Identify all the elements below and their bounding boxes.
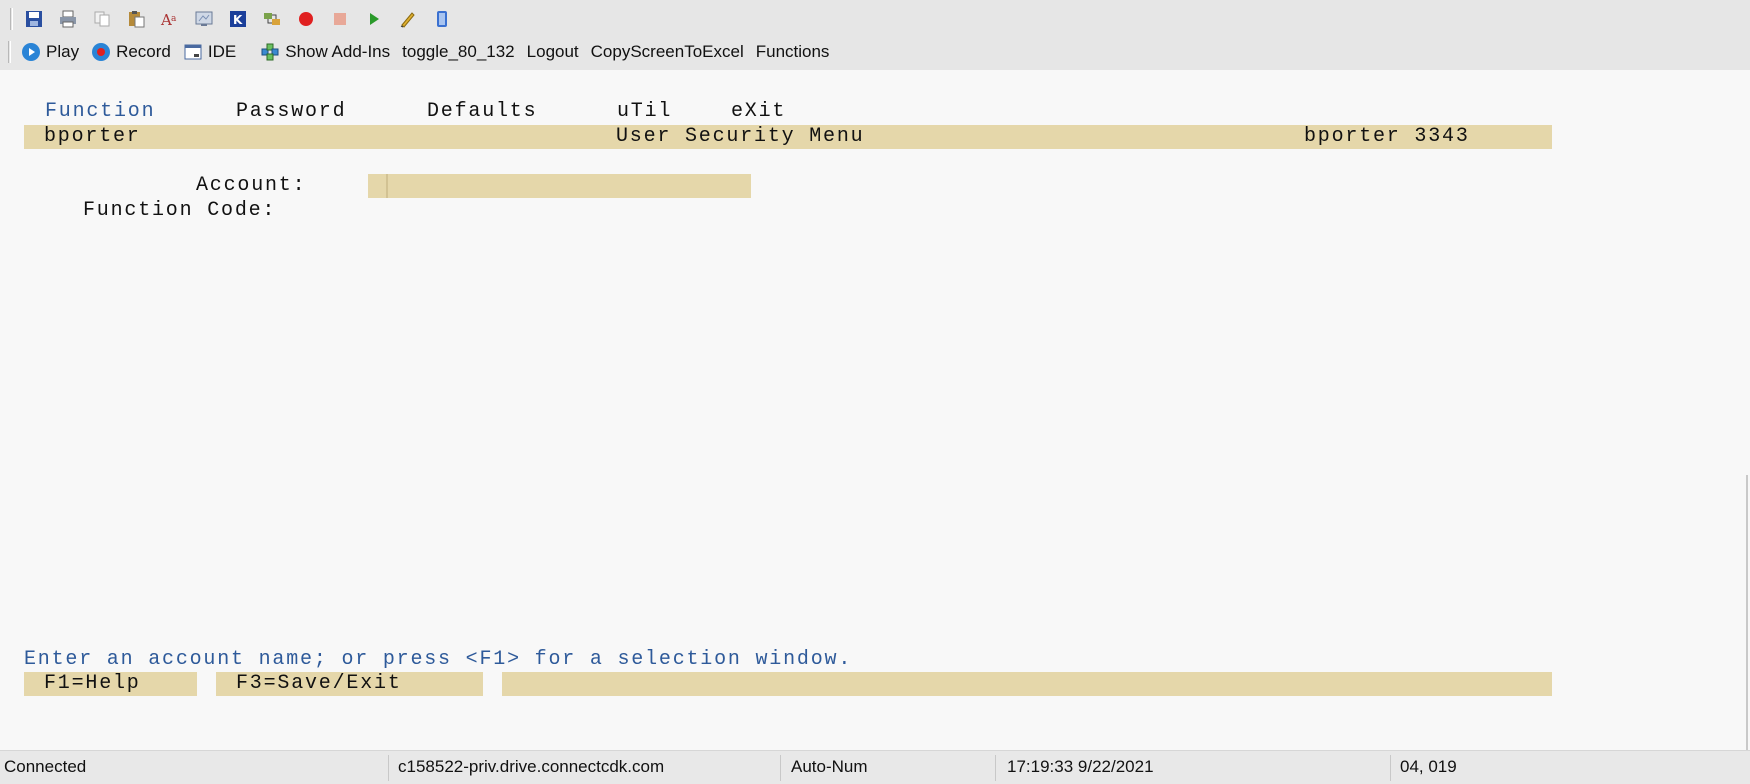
connection-status: Connected bbox=[4, 757, 87, 776]
paste-icon[interactable] bbox=[119, 6, 153, 32]
print-icon[interactable] bbox=[51, 6, 85, 32]
edit-icon[interactable] bbox=[391, 6, 425, 32]
clipboard-icon[interactable] bbox=[425, 6, 459, 32]
f3-save-exit-key[interactable]: F3=Save/Exit bbox=[216, 672, 483, 696]
map-icon[interactable]: K bbox=[221, 6, 255, 32]
toolbar-grip[interactable] bbox=[10, 8, 13, 30]
font-icon[interactable]: Aa bbox=[153, 6, 187, 32]
ide-label: IDE bbox=[207, 42, 237, 61]
functions-button[interactable]: Functions bbox=[750, 39, 836, 65]
function-code-label: Function Code: bbox=[83, 199, 277, 222]
function-key-bar bbox=[502, 672, 1552, 696]
stop-icon[interactable] bbox=[323, 6, 357, 32]
addins-icon bbox=[260, 42, 280, 62]
menu-exit[interactable]: eXit bbox=[731, 100, 786, 123]
status-divider bbox=[780, 755, 781, 781]
show-addins-button[interactable]: Show Add-Ins bbox=[254, 39, 396, 65]
record-dot-icon[interactable] bbox=[289, 6, 323, 32]
account-label: Account: bbox=[196, 174, 307, 197]
menu-function[interactable]: Function bbox=[45, 100, 155, 123]
ide-button[interactable]: IDE bbox=[177, 39, 242, 65]
copy-icon[interactable] bbox=[85, 6, 119, 32]
f1-help-key[interactable]: F1=Help bbox=[24, 672, 197, 696]
play-label: Play bbox=[46, 42, 80, 61]
svg-text:K: K bbox=[233, 13, 243, 27]
account-field[interactable] bbox=[368, 174, 751, 198]
screen-icon[interactable] bbox=[187, 6, 221, 32]
status-divider bbox=[995, 755, 996, 781]
toolbar-grip[interactable] bbox=[8, 41, 11, 63]
title-bar: bporter User Security Menu bporter 3343 bbox=[24, 125, 1552, 149]
toolbar-row-macros: Play Record IDE Show Add-Ins toggle_80_1… bbox=[8, 38, 835, 66]
status-bar: Connected c158522-priv.drive.connectcdk.… bbox=[0, 750, 1750, 784]
f1-label: F1=Help bbox=[44, 672, 141, 695]
cursor-position: 04, 019 bbox=[1400, 757, 1457, 776]
copy-screen-to-excel-button[interactable]: CopyScreenToExcel bbox=[585, 39, 750, 65]
play-circle-icon bbox=[21, 42, 41, 62]
help-prompt: Enter an account name; or press <F1> for… bbox=[24, 648, 853, 671]
record-icon bbox=[91, 42, 111, 62]
title-user: bporter bbox=[44, 125, 141, 148]
title-user-id: bporter 3343 bbox=[1304, 125, 1470, 148]
toggle-80-132-button[interactable]: toggle_80_132 bbox=[396, 39, 521, 65]
menu-password[interactable]: Password bbox=[236, 100, 346, 123]
host-name: c158522-priv.drive.connectcdk.com bbox=[398, 757, 665, 776]
f3-label: F3=Save/Exit bbox=[236, 672, 402, 695]
scrollbar-edge[interactable] bbox=[1746, 475, 1748, 755]
logout-button[interactable]: Logout bbox=[521, 39, 585, 65]
save-icon[interactable] bbox=[17, 6, 51, 32]
menu-util[interactable]: uTil bbox=[617, 100, 672, 123]
record-label: Record bbox=[116, 42, 171, 61]
record-button[interactable]: Record bbox=[85, 39, 177, 65]
text-cursor bbox=[386, 174, 388, 198]
screen-title: User Security Menu bbox=[616, 125, 865, 148]
date-time: 17:19:33 9/22/2021 bbox=[1007, 757, 1154, 776]
terminal-screen[interactable]: Function Password Defaults uTil eXit bpo… bbox=[0, 70, 1750, 755]
play-icon[interactable] bbox=[357, 6, 391, 32]
toolbar-row-icons: Aa K bbox=[10, 5, 459, 33]
toolbar: Aa K Play Record IDE Show Add-Ins toggle… bbox=[0, 0, 1750, 70]
connect-icon[interactable] bbox=[255, 6, 289, 32]
ide-icon bbox=[183, 42, 203, 62]
status-divider bbox=[388, 755, 389, 781]
svg-text:a: a bbox=[171, 14, 177, 24]
input-mode: Auto-Num bbox=[791, 757, 868, 776]
play-button[interactable]: Play bbox=[15, 39, 85, 65]
menu-defaults[interactable]: Defaults bbox=[427, 100, 537, 123]
show-addins-label: Show Add-Ins bbox=[285, 42, 391, 61]
status-divider bbox=[1390, 755, 1391, 781]
